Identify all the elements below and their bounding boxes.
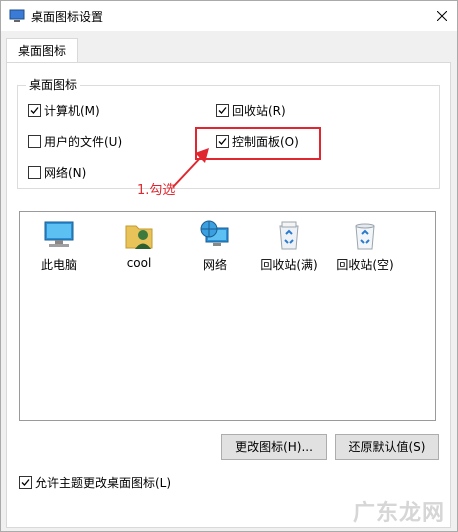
checkbox-label: 计算机(M) [44, 103, 100, 118]
user-folder-icon [122, 218, 156, 252]
desktop-icon-settings-window: 桌面图标设置 桌面图标 桌面图标 计算机(M) 回收站(R) 用户的文件(U) … [0, 0, 458, 532]
checkbox-box [19, 475, 32, 489]
arrow-icon [172, 148, 209, 188]
checkbox-recycle-bin[interactable]: 回收站(R) [216, 101, 286, 119]
icon-label: 此电脑 [40, 258, 77, 272]
checkbox-box [28, 134, 41, 148]
checkbox-label: 回收站(R) [232, 103, 286, 118]
checkbox-user-files[interactable]: 用户的文件(U) [28, 132, 122, 150]
app-icon [9, 8, 25, 24]
checkbox-computer[interactable]: 计算机(M) [28, 101, 100, 119]
checkbox-label: 允许主题更改桌面图标(L) [35, 475, 172, 490]
watermark: 广东龙网 [352, 501, 445, 526]
icon-list-view[interactable]: 此电脑 cool 网络 回收站(满) 回收站(空) [19, 211, 436, 421]
icon-item-network[interactable]: 网络 [182, 218, 248, 273]
icon-label: cool [126, 256, 152, 270]
icon-item-user[interactable]: cool [106, 218, 172, 270]
title-bar: 桌面图标设置 [1, 1, 457, 31]
icon-item-recycle-bin-full[interactable]: 回收站(满) [256, 218, 322, 273]
recycle-bin-empty-icon [348, 218, 382, 252]
annotation-text: 1.勾选 [137, 183, 176, 198]
network-icon [198, 218, 232, 252]
tab-strip: 桌面图标 [1, 31, 457, 63]
icon-label: 回收站(满) [260, 258, 318, 272]
checkbox-label: 用户的文件(U) [44, 134, 123, 149]
checkbox-label: 网络(N) [44, 165, 87, 180]
checkbox-allow-theme[interactable]: 允许主题更改桌面图标(L) [19, 473, 171, 491]
icon-label: 回收站(空) [336, 258, 394, 272]
icon-label: 网络 [202, 258, 227, 272]
group-title: 桌面图标 [26, 77, 81, 93]
icon-item-this-pc[interactable]: 此电脑 [26, 218, 92, 273]
checkbox-box [28, 103, 41, 117]
close-icon [437, 11, 447, 21]
icon-item-recycle-bin-empty[interactable]: 回收站(空) [332, 218, 398, 273]
change-icon-button[interactable]: 更改图标(H)... [221, 434, 327, 460]
tab-panel: 桌面图标 计算机(M) 回收站(R) 用户的文件(U) 控制面板(O) 网络(N… [6, 62, 451, 528]
close-button[interactable] [427, 1, 457, 31]
checkbox-box [216, 103, 229, 117]
window-title: 桌面图标设置 [31, 10, 104, 24]
computer-icon [42, 218, 76, 252]
restore-default-button[interactable]: 还原默认值(S) [335, 434, 439, 460]
recycle-bin-full-icon [272, 218, 306, 252]
tab-desktop-icons[interactable]: 桌面图标 [6, 38, 78, 63]
checkbox-network[interactable]: 网络(N) [28, 163, 86, 181]
checkbox-box [28, 165, 41, 179]
